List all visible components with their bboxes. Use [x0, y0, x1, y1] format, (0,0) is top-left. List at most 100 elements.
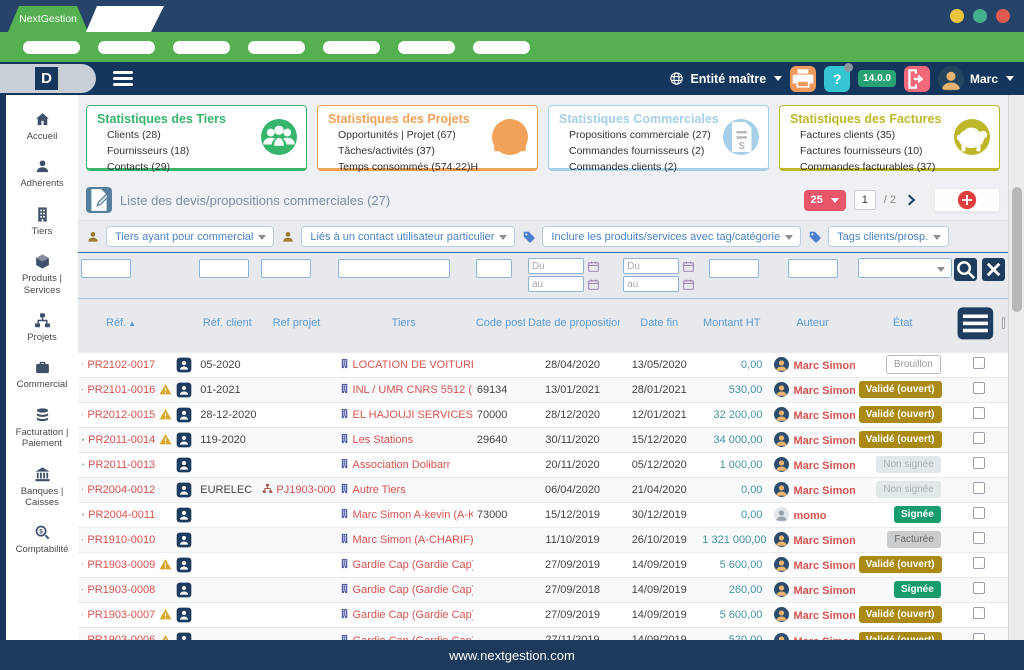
hamburger-menu-icon[interactable] [113, 71, 133, 86]
row-checkbox[interactable] [973, 457, 985, 469]
filter-dropdown[interactable]: Tags clients/prosp. [828, 226, 949, 247]
proposal-icon[interactable] [82, 383, 83, 396]
col-date-proposition[interactable]: Date de proposition [525, 299, 620, 353]
window-dot-red[interactable] [996, 9, 1010, 23]
contact-card-icon[interactable] [176, 457, 192, 473]
tiers-link[interactable]: Autre Tiers [353, 484, 406, 496]
proposal-ref-link[interactable]: PR1910-0010 [87, 534, 155, 546]
sidebar-item[interactable]: Produits | Services [7, 253, 77, 296]
proposal-icon[interactable] [82, 483, 83, 496]
proposal-icon[interactable] [82, 408, 83, 421]
select-all-checkbox[interactable] [1002, 317, 1005, 329]
contact-card-icon[interactable] [176, 557, 192, 573]
date-fin-to-input[interactable] [623, 276, 679, 292]
calendar-icon[interactable] [587, 260, 600, 273]
proposal-ref-link[interactable]: PR2004-0012 [87, 484, 155, 496]
tiers-link[interactable]: LOCATION DE VOITURE & RE... [353, 359, 473, 371]
tiers-link[interactable]: Association Dolibarr [353, 459, 451, 471]
top-menu-pill[interactable] [248, 41, 305, 54]
filter-dropdown[interactable]: Tiers ayant pour commercial [106, 226, 274, 247]
col-ref-projet[interactable]: Ref projet [258, 299, 334, 353]
proposal-ref-link[interactable]: PR1903-0007 [87, 609, 155, 621]
proposal-icon[interactable] [82, 533, 83, 546]
calendar-icon[interactable] [587, 278, 600, 291]
col-tiers[interactable]: Tiers [335, 299, 473, 353]
sidebar-item[interactable]: Accueil [7, 111, 77, 142]
contact-card-icon[interactable] [176, 407, 192, 423]
row-checkbox[interactable] [973, 582, 985, 594]
author-link[interactable]: Marc Simon [793, 385, 854, 397]
proposal-ref-link[interactable]: PR2101-0016 [87, 384, 155, 396]
filter-tiers-input[interactable] [338, 259, 450, 278]
brand-tab[interactable]: NextGestion [8, 6, 88, 32]
col-etat[interactable]: État [855, 299, 951, 353]
row-checkbox[interactable] [973, 633, 985, 640]
row-checkbox[interactable] [973, 557, 985, 569]
calendar-icon[interactable] [682, 260, 695, 273]
author-link[interactable]: Marc Simon [793, 410, 854, 422]
next-page-button[interactable] [904, 193, 918, 207]
row-checkbox[interactable] [973, 532, 985, 544]
sidebar-item[interactable]: Projets [7, 312, 77, 343]
row-checkbox[interactable] [973, 507, 985, 519]
filter-dropdown[interactable]: Liés à un contact utilisateur particulie… [301, 226, 515, 247]
print-button[interactable] [790, 66, 816, 92]
filter-etat-select[interactable] [858, 258, 952, 278]
tiers-link[interactable]: Marc Simon A-kevin (A-Kevin) [353, 509, 473, 521]
filter-ref-input[interactable] [81, 259, 131, 278]
filter-dropdown[interactable]: Inclure les produits/services avec tag/c… [542, 226, 801, 247]
proposal-icon[interactable] [82, 583, 83, 596]
calendar-icon[interactable] [682, 278, 695, 291]
sidebar-item[interactable]: $ Comptabilité [7, 524, 77, 555]
tiers-link[interactable]: EL HAJOUJI SERVICES [353, 409, 473, 421]
filter-auteur-input[interactable] [788, 259, 838, 278]
top-menu-pill[interactable] [323, 41, 380, 54]
col-auteur[interactable]: Auteur [770, 299, 854, 353]
author-link[interactable]: Marc Simon [793, 535, 854, 547]
proposal-icon[interactable] [82, 558, 83, 571]
secondary-tab[interactable] [86, 6, 164, 32]
tiers-link[interactable]: Gardie Cap (Gardie Cap) [353, 584, 473, 596]
proposal-icon[interactable] [82, 433, 84, 446]
col-ref-client[interactable]: Réf. client [196, 299, 258, 353]
sidebar-item[interactable]: Banques | Caisses [7, 466, 77, 509]
date-prop-to-input[interactable] [528, 276, 584, 292]
page-size-select[interactable]: 25 [804, 190, 846, 211]
user-menu[interactable]: Marc [938, 66, 1014, 92]
col-date-fin[interactable]: Date fin [620, 299, 698, 353]
logout-button[interactable] [904, 66, 930, 92]
date-prop-from-input[interactable] [528, 258, 584, 274]
top-menu-pill[interactable] [98, 41, 155, 54]
author-link[interactable]: Marc Simon [793, 460, 854, 472]
contact-card-icon[interactable] [176, 432, 192, 448]
proposal-ref-link[interactable]: PR2011-0013 [88, 459, 155, 471]
project-link[interactable]: PJ1903-0004 [276, 484, 334, 496]
filter-code-postal-input[interactable] [476, 259, 512, 278]
tiers-link[interactable]: Marc Simon (A-CHARIF) [353, 534, 473, 546]
search-button[interactable] [954, 258, 977, 281]
filter-montant-input[interactable] [709, 259, 759, 278]
contact-card-icon[interactable] [176, 382, 192, 398]
col-montant-ht[interactable]: Montant HT [698, 299, 770, 353]
author-link[interactable]: Marc Simon [793, 560, 854, 572]
filter-ref-projet-input[interactable] [261, 259, 311, 278]
author-link[interactable]: Marc Simon [793, 485, 854, 497]
proposal-ref-link[interactable]: PR1903-0008 [87, 584, 155, 596]
row-checkbox[interactable] [973, 482, 985, 494]
row-checkbox[interactable] [973, 407, 985, 419]
author-link[interactable]: Marc Simon [793, 610, 854, 622]
contact-card-icon[interactable] [176, 532, 192, 548]
tiers-link[interactable]: INL / UMR CNRS 5512 (INL / U... [353, 384, 473, 396]
sidebar-item[interactable]: Facturation | Paiement [7, 407, 77, 450]
sidebar-item[interactable]: Commercial [7, 359, 77, 390]
entity-selector[interactable]: Entité maître [669, 71, 782, 86]
window-dot-yellow[interactable] [950, 9, 964, 23]
row-checkbox[interactable] [973, 357, 985, 369]
proposal-ref-link[interactable]: PR2012-0015 [87, 409, 155, 421]
contact-card-icon[interactable] [176, 507, 192, 523]
sidebar-item[interactable]: Adhérents [7, 158, 77, 189]
tiers-link[interactable]: Gardie Cap (Gardie Cap) [353, 609, 473, 621]
tiers-link[interactable]: Gardie Cap (Gardie Cap) [353, 559, 473, 571]
author-link[interactable]: Marc Simon [793, 585, 854, 597]
contact-card-icon[interactable] [176, 357, 192, 373]
